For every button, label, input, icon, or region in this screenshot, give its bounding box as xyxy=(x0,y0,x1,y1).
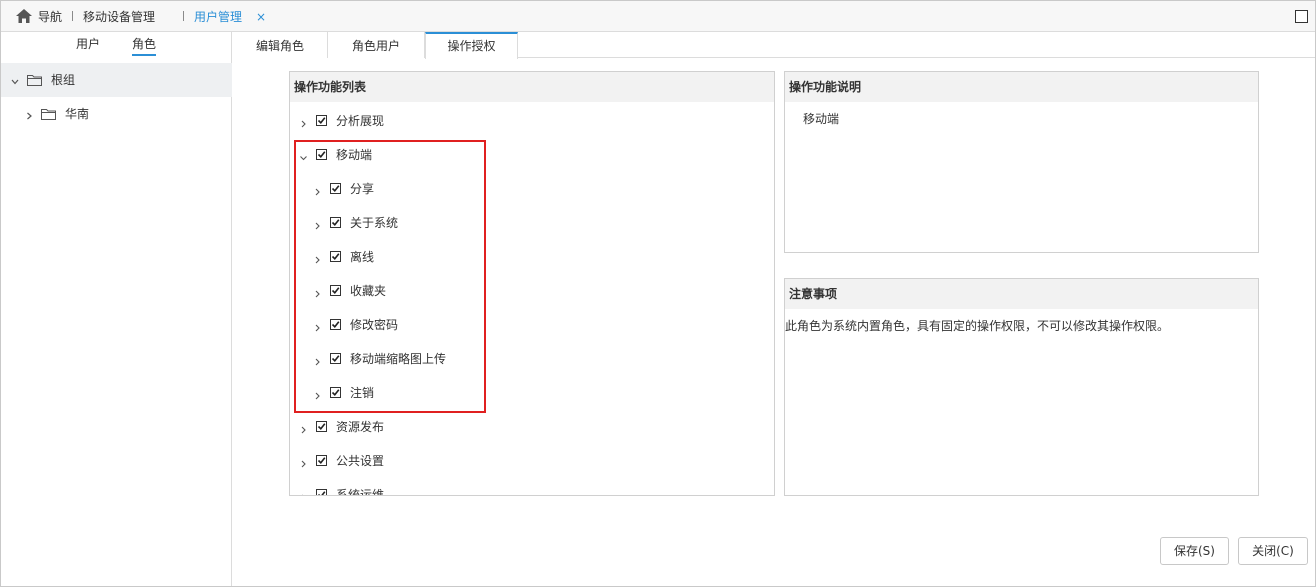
checkbox-icon[interactable] xyxy=(316,421,327,432)
chevron-right-icon[interactable] xyxy=(300,457,307,468)
chevron-right-icon[interactable] xyxy=(314,321,321,332)
checkbox-icon[interactable] xyxy=(330,183,341,194)
function-item[interactable]: 系统运维 xyxy=(300,486,700,496)
chevron-right-icon[interactable] xyxy=(314,219,321,230)
close-button[interactable]: 关闭(C) xyxy=(1238,537,1308,565)
chevron-right-icon[interactable] xyxy=(300,117,307,128)
top-bar: 导航 移动设备管理 用户管理 × xyxy=(1,1,1315,32)
function-item[interactable]: 关于系统 xyxy=(314,214,714,234)
function-description-panel: 操作功能说明 移动端 xyxy=(784,71,1259,253)
function-item-label: 修改密码 xyxy=(350,318,399,332)
tab-users[interactable]: 用户 xyxy=(76,36,100,52)
function-item-label: 公共设置 xyxy=(336,454,385,468)
tab-device-management[interactable]: 移动设备管理 xyxy=(83,9,155,25)
tree-item-label: 根组 xyxy=(51,73,76,87)
function-item[interactable]: 离线 xyxy=(314,248,714,268)
breadcrumb-separator xyxy=(72,11,73,21)
home-icon[interactable] xyxy=(16,9,32,23)
function-item[interactable]: 资源发布 xyxy=(300,418,700,438)
breadcrumb-separator xyxy=(183,11,184,21)
chevron-down-icon[interactable] xyxy=(300,151,307,161)
chevron-down-icon[interactable] xyxy=(11,75,19,85)
checkbox-icon[interactable] xyxy=(316,455,327,466)
checkbox-icon[interactable] xyxy=(330,387,341,398)
notes-text: 此角色为系统内置角色，具有固定的操作权限，不可以修改其操作权限。 xyxy=(785,319,1170,333)
tab-edit-role[interactable]: 编辑角色 xyxy=(233,32,328,58)
checkbox-icon[interactable] xyxy=(316,489,327,495)
panel-title: 操作功能列表 xyxy=(290,72,774,102)
checkbox-icon[interactable] xyxy=(330,217,341,228)
function-item-label: 资源发布 xyxy=(336,420,385,434)
chevron-right-icon[interactable] xyxy=(300,423,307,434)
folder-icon xyxy=(27,74,42,86)
function-item-label: 移动端 xyxy=(336,148,373,162)
checkbox-icon[interactable] xyxy=(330,285,341,296)
checkbox-icon[interactable] xyxy=(316,115,327,126)
checkbox-icon[interactable] xyxy=(330,319,341,330)
function-item[interactable]: 修改密码 xyxy=(314,316,714,336)
tree-item-huanan[interactable]: 华南 xyxy=(1,97,232,131)
notes-panel: 注意事项 此角色为系统内置角色，具有固定的操作权限，不可以修改其操作权限。 xyxy=(784,278,1259,496)
tree-item-root[interactable]: 根组 xyxy=(1,63,232,97)
function-description-text: 移动端 xyxy=(803,112,840,126)
panel-title: 注意事项 xyxy=(785,279,1258,309)
maximize-icon[interactable] xyxy=(1295,10,1308,23)
tab-roles[interactable]: 角色 xyxy=(132,36,157,56)
function-item-label: 分析展现 xyxy=(336,114,385,128)
chevron-right-icon[interactable] xyxy=(314,185,321,196)
function-item[interactable]: 公共设置 xyxy=(300,452,700,472)
function-item-label: 收藏夹 xyxy=(350,284,387,298)
panel-title: 操作功能说明 xyxy=(785,72,1258,102)
function-item-label: 注销 xyxy=(350,386,375,400)
function-item-label: 系统运维 xyxy=(336,488,385,496)
function-item-label: 关于系统 xyxy=(350,216,399,230)
checkbox-icon[interactable] xyxy=(330,353,341,364)
checkbox-icon[interactable] xyxy=(330,251,341,262)
tab-operation-authorization[interactable]: 操作授权 xyxy=(425,32,518,59)
chevron-right-icon[interactable] xyxy=(25,109,33,120)
chevron-right-icon[interactable] xyxy=(314,355,321,366)
function-item[interactable]: 注销 xyxy=(314,384,714,404)
function-item-label: 分享 xyxy=(350,182,375,196)
function-item[interactable]: 分析展现 xyxy=(300,112,700,132)
main-tabs: 编辑角色 角色用户 操作授权 xyxy=(233,32,1315,59)
chevron-right-icon[interactable] xyxy=(314,389,321,400)
function-item-label: 移动端缩略图上传 xyxy=(350,352,447,366)
folder-icon xyxy=(41,108,56,120)
tab-user-management[interactable]: 用户管理 xyxy=(194,9,242,25)
chevron-right-icon[interactable] xyxy=(300,491,307,495)
function-item[interactable]: 分享 xyxy=(314,180,714,200)
function-item-label: 离线 xyxy=(350,250,375,264)
tab-role-users[interactable]: 角色用户 xyxy=(328,32,425,58)
function-item[interactable]: 收藏夹 xyxy=(314,282,714,302)
function-item[interactable]: 移动端缩略图上传 xyxy=(314,350,714,370)
function-list-panel: 操作功能列表 分析展现移动端分享关于系统离线收藏夹修改密码移动端缩略图上传 注销资… xyxy=(289,71,775,496)
chevron-right-icon[interactable] xyxy=(314,253,321,264)
checkbox-icon[interactable] xyxy=(316,149,327,160)
left-tabs: 用户 角色 xyxy=(1,32,232,60)
close-tab-icon[interactable]: × xyxy=(256,9,266,25)
chevron-right-icon[interactable] xyxy=(314,287,321,298)
left-panel: 用户 角色 根组 华南 xyxy=(1,32,232,586)
function-item[interactable]: 移动端 xyxy=(300,146,700,166)
nav-home-link[interactable]: 导航 xyxy=(38,9,62,25)
save-button[interactable]: 保存(S) xyxy=(1160,537,1229,565)
tree-item-label: 华南 xyxy=(65,107,90,121)
